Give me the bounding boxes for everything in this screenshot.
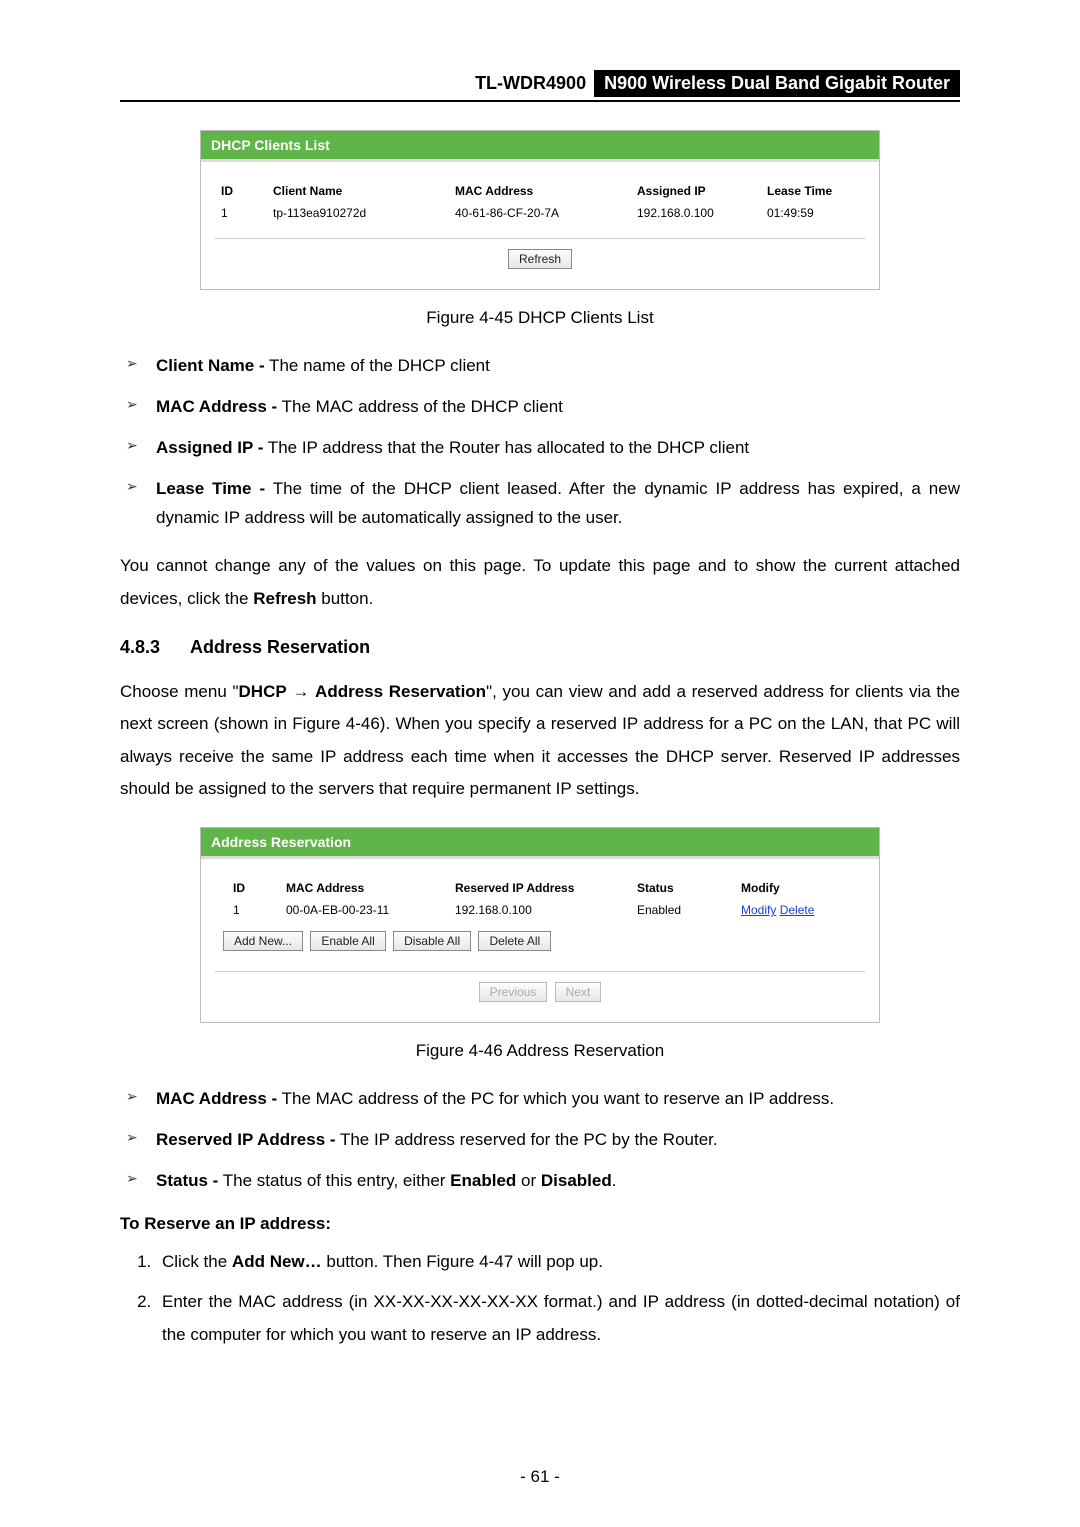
disable-all-button[interactable]: Disable All (393, 931, 471, 951)
col-mac: MAC Address (449, 180, 631, 202)
figure-caption-46: Figure 4-46 Address Reservation (120, 1041, 960, 1061)
delete-all-button[interactable]: Delete All (478, 931, 551, 951)
address-reservation-panel: Address Reservation ID MAC Address Reser… (200, 827, 880, 1023)
figure-caption-45: Figure 4-45 DHCP Clients List (120, 308, 960, 328)
table-row: 1 00-0A-EB-00-23-11 192.168.0.100 Enable… (215, 899, 865, 921)
table-row: 1 tp-113ea910272d 40-61-86-CF-20-7A 192.… (215, 202, 865, 224)
previous-button[interactable]: Previous (479, 982, 548, 1002)
definitions-list-2: MAC Address - The MAC address of the PC … (120, 1085, 960, 1196)
address-reservation-table: ID MAC Address Reserved IP Address Statu… (215, 877, 865, 921)
cell-status: Enabled (631, 899, 735, 921)
cell-ip: 192.168.0.100 (631, 202, 761, 224)
list-item: Reserved IP Address - The IP address res… (120, 1126, 960, 1155)
cell-id: 1 (215, 202, 267, 224)
refresh-button[interactable]: Refresh (508, 249, 572, 269)
cell-id: 1 (215, 899, 280, 921)
col-status: Status (631, 877, 735, 899)
dhcp-clients-panel: DHCP Clients List ID Client Name MAC Add… (200, 130, 880, 290)
step-item: Enter the MAC address (in XX-XX-XX-XX-XX… (156, 1286, 960, 1351)
next-button[interactable]: Next (555, 982, 602, 1002)
cell-mac: 00-0A-EB-00-23-11 (280, 899, 449, 921)
panel-title: DHCP Clients List (201, 131, 879, 162)
list-item: Lease Time - The time of the DHCP client… (120, 475, 960, 533)
page-number: - 61 - (0, 1467, 1080, 1487)
section-number: 4.8.3 (120, 637, 190, 658)
steps-list: Click the Add New… button. Then Figure 4… (120, 1246, 960, 1351)
list-item: Assigned IP - The IP address that the Ro… (120, 434, 960, 463)
step-item: Click the Add New… button. Then Figure 4… (156, 1246, 960, 1278)
col-lease: Lease Time (761, 180, 865, 202)
cell-lease: 01:49:59 (761, 202, 865, 224)
modify-link[interactable]: Modify (741, 903, 776, 917)
cell-mac: 40-61-86-CF-20-7A (449, 202, 631, 224)
add-new-button[interactable]: Add New... (223, 931, 303, 951)
reserve-heading: To Reserve an IP address: (120, 1214, 960, 1234)
enable-all-button[interactable]: Enable All (310, 931, 385, 951)
col-id: ID (215, 180, 267, 202)
paragraph: Choose menu "DHCP → Address Reservation"… (120, 676, 960, 805)
section-heading: 4.8.3Address Reservation (120, 637, 960, 658)
product-label: N900 Wireless Dual Band Gigabit Router (594, 70, 960, 97)
definitions-list-1: Client Name - The name of the DHCP clien… (120, 352, 960, 532)
cell-ip: 192.168.0.100 (449, 899, 631, 921)
col-modify: Modify (735, 877, 865, 899)
col-name: Client Name (267, 180, 449, 202)
list-item: MAC Address - The MAC address of the PC … (120, 1085, 960, 1114)
section-title: Address Reservation (190, 637, 370, 657)
col-ip: Reserved IP Address (449, 877, 631, 899)
col-mac: MAC Address (280, 877, 449, 899)
paragraph: You cannot change any of the values on t… (120, 550, 960, 615)
model-label: TL-WDR4900 (467, 70, 594, 97)
cell-name: tp-113ea910272d (267, 202, 449, 224)
col-ip: Assigned IP (631, 180, 761, 202)
page-header: TL-WDR4900 N900 Wireless Dual Band Gigab… (120, 70, 960, 102)
dhcp-clients-table: ID Client Name MAC Address Assigned IP L… (215, 180, 865, 224)
list-item: Status - The status of this entry, eithe… (120, 1167, 960, 1196)
col-id: ID (215, 877, 280, 899)
panel-title: Address Reservation (201, 828, 879, 859)
list-item: MAC Address - The MAC address of the DHC… (120, 393, 960, 422)
list-item: Client Name - The name of the DHCP clien… (120, 352, 960, 381)
delete-link[interactable]: Delete (780, 903, 815, 917)
